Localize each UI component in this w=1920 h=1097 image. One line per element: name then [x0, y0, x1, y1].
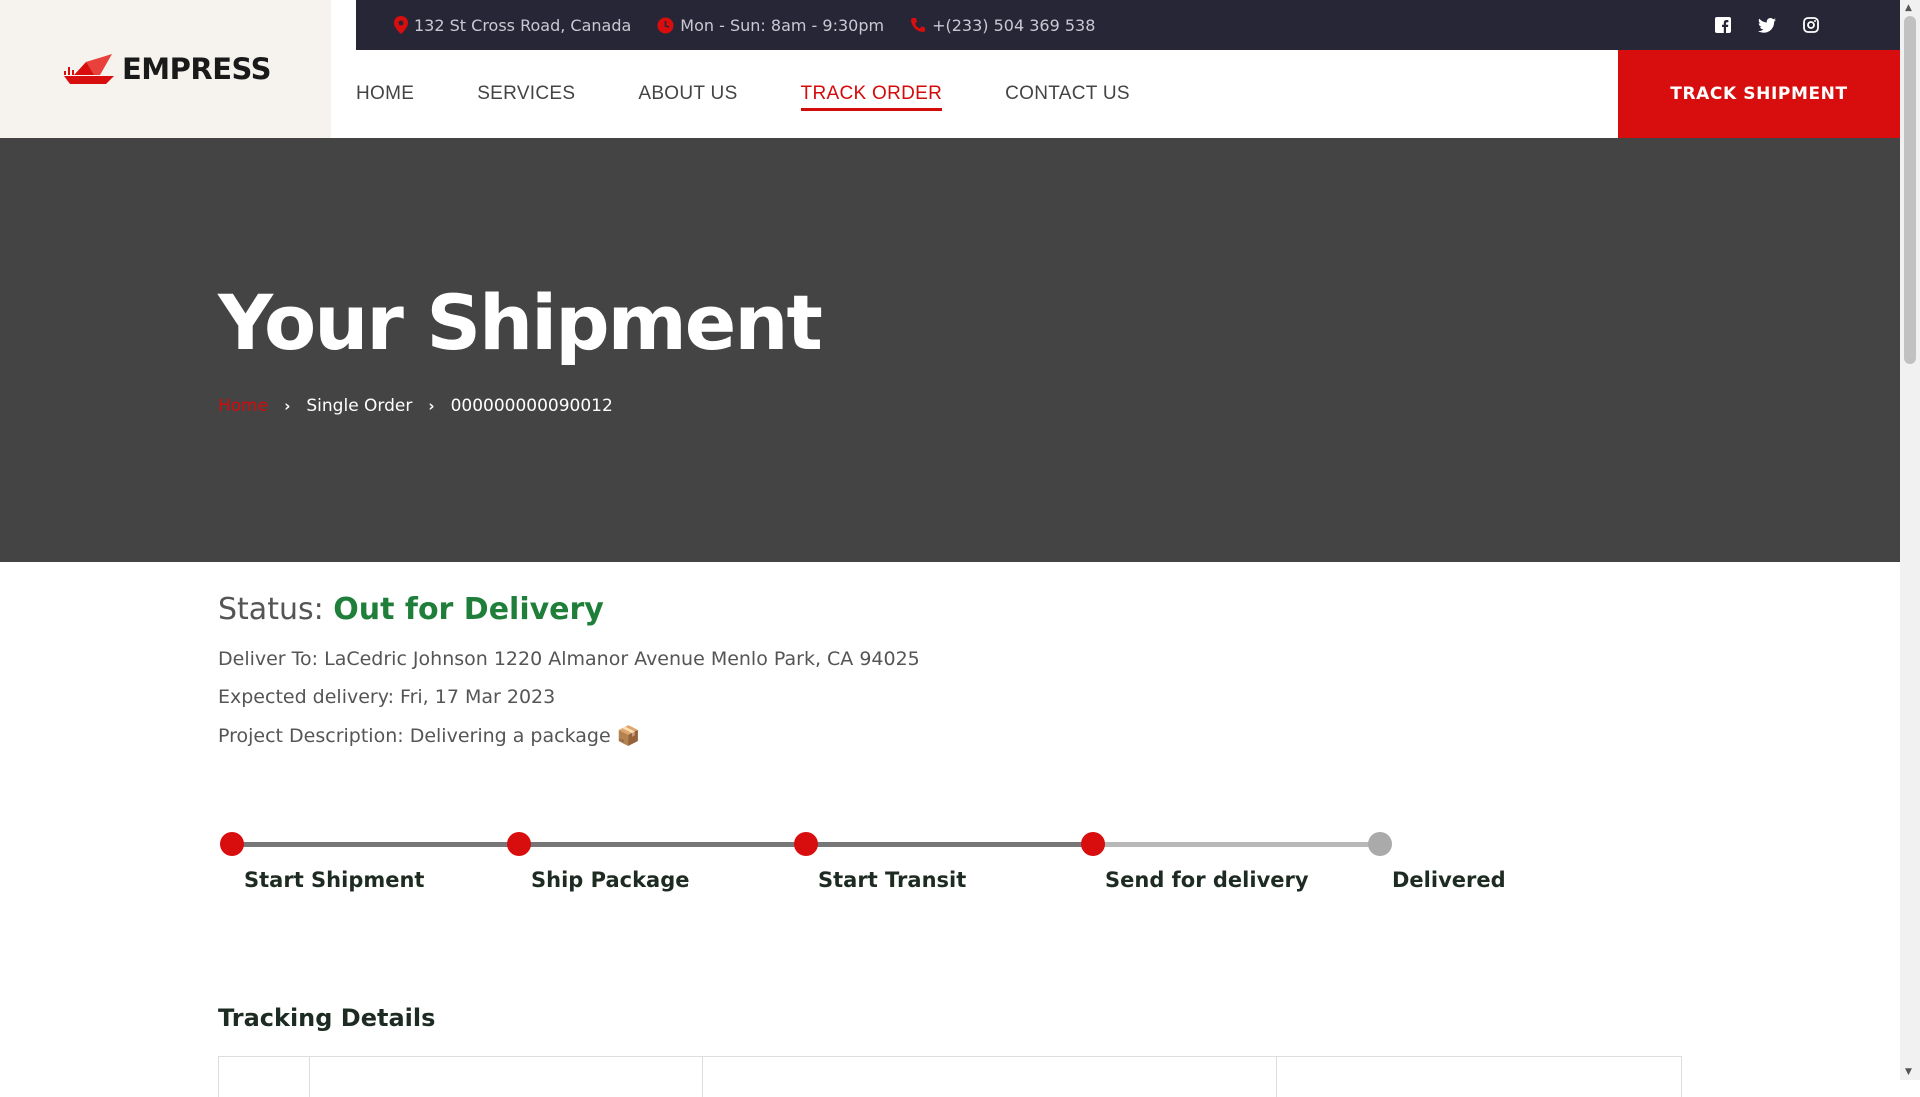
progress-connector [806, 842, 1093, 847]
breadcrumb-single-order: Single Order [306, 396, 413, 416]
progress-step-dot [1368, 832, 1392, 856]
nav-services[interactable]: SERVICES [477, 77, 575, 111]
twitter-icon[interactable] [1758, 16, 1776, 34]
shipment-status: Status: Out for Delivery [218, 592, 604, 627]
top-info-bar: 132 St Cross Road, Canada Mon - Sun: 8am… [356, 0, 1900, 50]
page-title: Your Shipment [218, 278, 823, 367]
page-scrollbar[interactable]: ▲ ▼ [1900, 0, 1920, 1080]
progress-step-dot [507, 832, 531, 856]
progress-step-label: Delivered [1392, 868, 1506, 892]
table-header-cell [309, 1057, 702, 1097]
address-info: 132 St Cross Road, Canada [394, 16, 631, 35]
deliver-to: Deliver To: LaCedric Johnson 1220 Almano… [218, 648, 920, 670]
breadcrumb-order-id: 000000000090012 [450, 396, 613, 416]
table-header-cell [702, 1057, 1276, 1097]
status-label: Status: [218, 592, 334, 627]
progress-step-dot [1081, 832, 1105, 856]
chevron-right-icon: › [284, 397, 291, 415]
track-shipment-button[interactable]: TRACK SHIPMENT [1618, 50, 1900, 138]
facebook-icon[interactable] [1714, 16, 1732, 34]
page-hero: Your Shipment Home › Single Order › 0000… [0, 138, 1900, 562]
logo[interactable]: EMPRESS [60, 52, 272, 86]
nav-home[interactable]: HOME [356, 77, 414, 111]
hours-text: Mon - Sun: 8am - 9:30pm [680, 15, 885, 35]
progress-step-dot [794, 832, 818, 856]
progress-step-dot [220, 832, 244, 856]
progress-step-label: Send for delivery [1105, 868, 1309, 892]
instagram-icon[interactable] [1802, 16, 1820, 34]
breadcrumb-home[interactable]: Home [218, 396, 268, 416]
phone-text[interactable]: +(233) 504 369 538 [932, 16, 1095, 35]
breadcrumb: Home › Single Order › 000000000090012 [218, 396, 613, 416]
progress-step-label: Ship Package [531, 868, 690, 892]
brand-name: EMPRESS [121, 52, 272, 86]
logo-area[interactable]: EMPRESS [0, 0, 331, 138]
nav-track-order[interactable]: TRACK ORDER [800, 77, 943, 111]
address-text: 132 St Cross Road, Canada [414, 15, 632, 35]
table-header-cell [1276, 1057, 1681, 1097]
tracking-details-title: Tracking Details [218, 1004, 436, 1032]
expected-delivery: Expected delivery: Fri, 17 Mar 2023 [218, 686, 556, 708]
scroll-down-arrow-icon[interactable]: ▼ [1905, 1067, 1912, 1077]
scroll-thumb[interactable] [1904, 16, 1916, 364]
project-description: Project Description: Delivering a packag… [218, 725, 641, 747]
progress-step-label: Start Transit [818, 868, 967, 892]
chevron-right-icon: › [428, 397, 435, 415]
shipment-progress: Start Shipment Ship Package Start Transit S… [218, 828, 1518, 908]
location-pin-icon [394, 16, 408, 34]
phone-info[interactable]: +(233) 504 369 538 [910, 16, 1095, 35]
phone-icon [911, 18, 926, 32]
table-header-cell [219, 1057, 309, 1097]
hours-info: Mon - Sun: 8am - 9:30pm [657, 16, 884, 35]
progress-connector [519, 842, 806, 847]
progress-step-label: Start Shipment [244, 868, 425, 892]
progress-connector [1093, 842, 1380, 847]
status-value: Out for Delivery [333, 592, 604, 627]
clock-icon [657, 17, 674, 33]
progress-connector [232, 842, 519, 847]
main-nav: HOME SERVICES ABOUT US TRACK ORDER CONTA… [356, 50, 1618, 138]
nav-about-us[interactable]: ABOUT US [638, 77, 737, 111]
ship-logo-icon [63, 54, 114, 84]
tracking-table [218, 1056, 1682, 1097]
scroll-up-arrow-icon[interactable]: ▲ [1905, 3, 1912, 13]
nav-contact-us[interactable]: CONTACT US [1005, 77, 1130, 111]
